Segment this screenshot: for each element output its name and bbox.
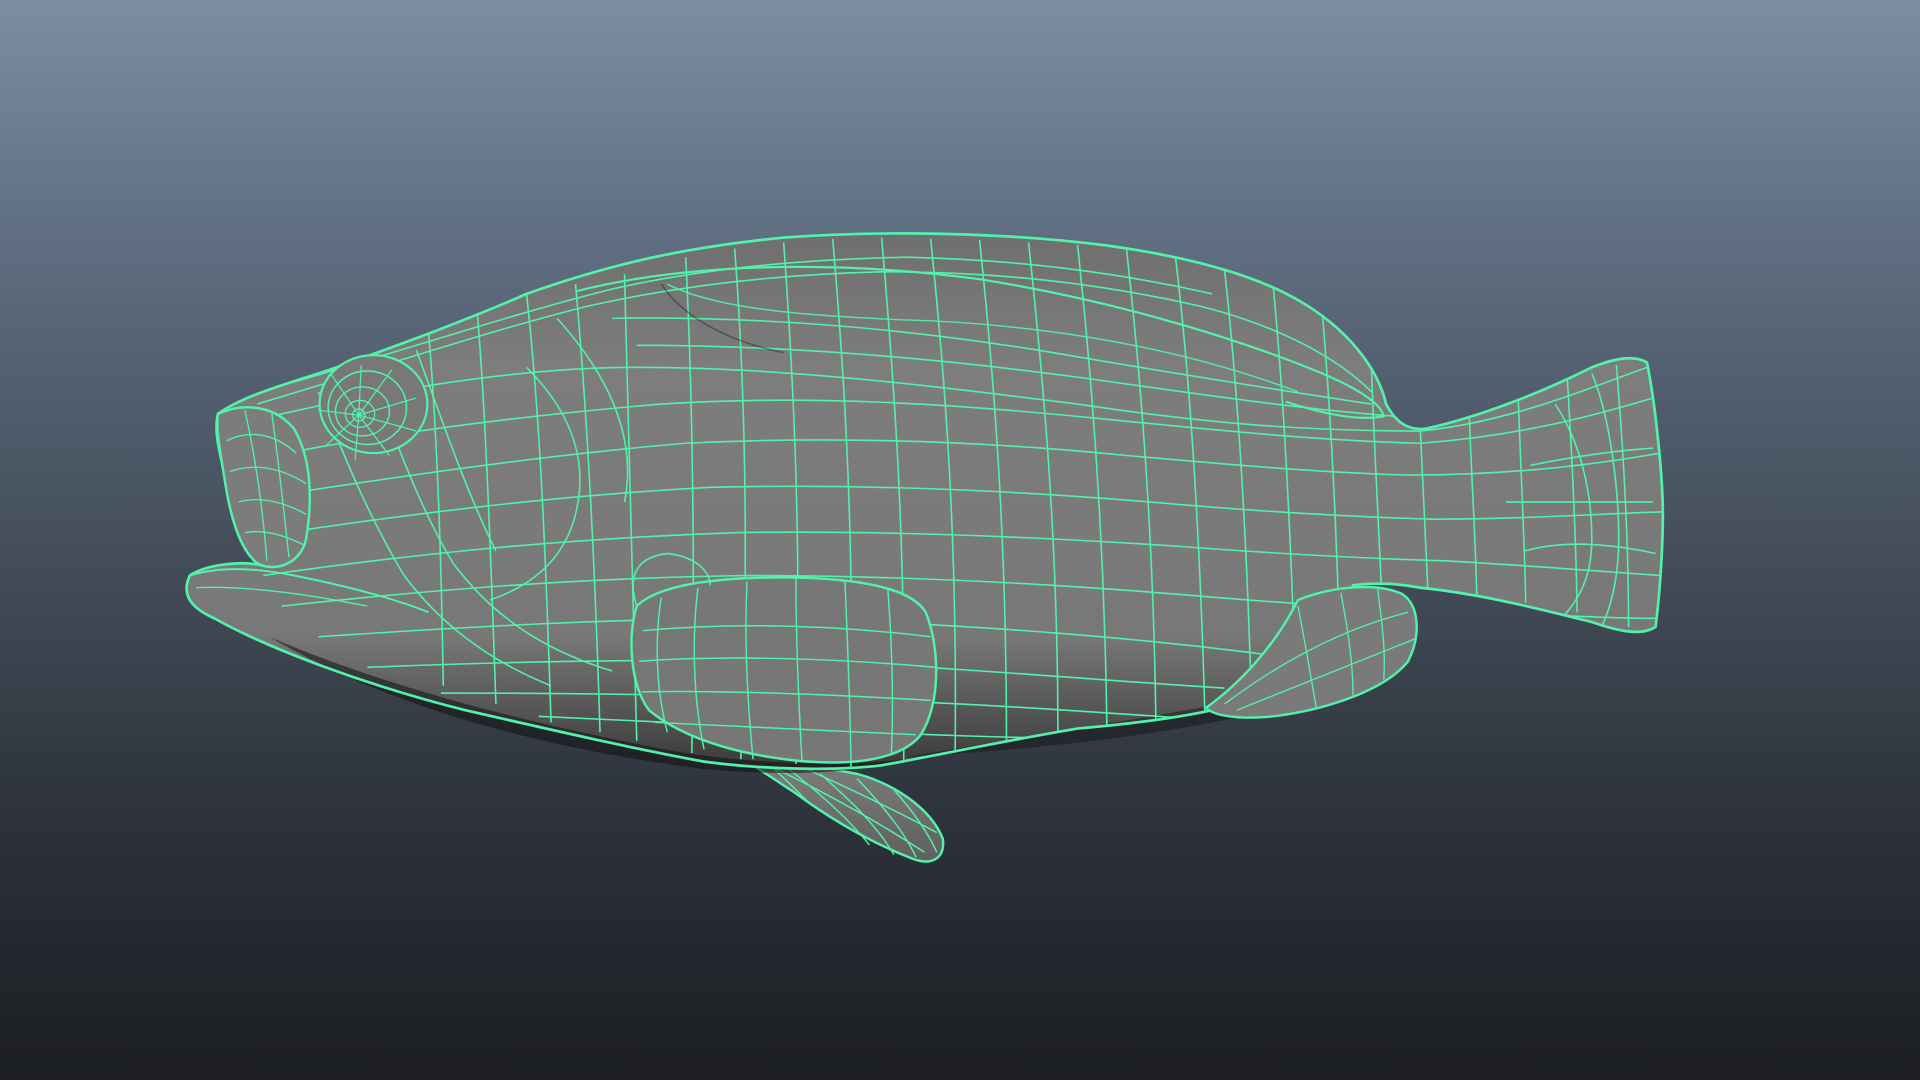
viewport-3d[interactable] [0, 0, 1920, 1080]
fish-model[interactable] [0, 0, 1920, 1080]
